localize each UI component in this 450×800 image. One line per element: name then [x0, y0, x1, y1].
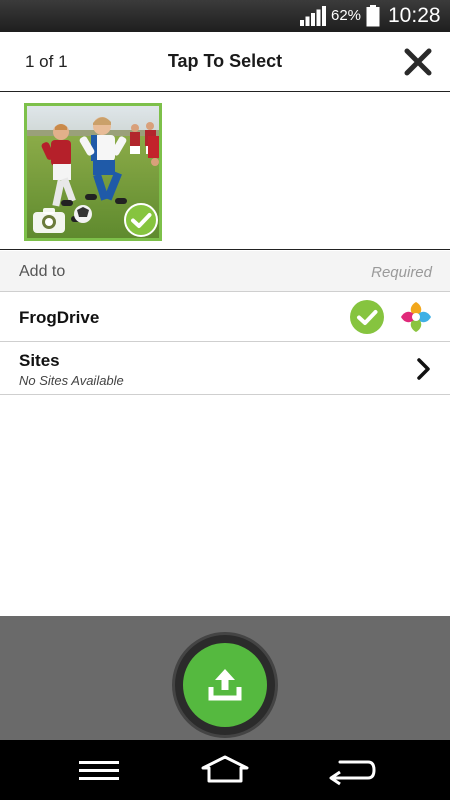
photo-thumbnail[interactable] [24, 103, 162, 241]
page-title: Tap To Select [167, 51, 283, 71]
close-icon[interactable] [402, 46, 434, 78]
chevron-right-icon [417, 358, 430, 380]
battery-icon [366, 5, 380, 27]
camera-icon [33, 208, 65, 233]
top-bar: 1 of 1 Tap To Select [0, 32, 450, 92]
destination-frogdrive[interactable]: FrogDrive [0, 292, 450, 342]
media-gallery [0, 93, 450, 250]
system-nav-bar [0, 740, 450, 800]
destination-label: FrogDrive [19, 308, 100, 327]
menu-icon[interactable] [78, 754, 120, 786]
upload-button-face [183, 643, 267, 727]
clock: 10:28 [388, 4, 441, 27]
signal-icon [300, 6, 326, 26]
selected-check-icon [350, 300, 384, 334]
upload-icon [208, 669, 242, 701]
selected-check-icon [124, 203, 158, 237]
required-hint: Required [371, 264, 432, 281]
status-bar: 62% 10:28 [0, 0, 450, 32]
add-to-header: Add to Required [0, 251, 450, 292]
back-icon[interactable] [328, 754, 376, 786]
add-to-label: Add to [19, 263, 66, 280]
destination-sites[interactable]: Sites No Sites Available [0, 342, 450, 395]
destination-subtitle: No Sites Available [19, 373, 124, 388]
bottom-action-bar [0, 616, 450, 740]
destination-label: Sites [19, 351, 60, 370]
frog-logo-icon [401, 302, 431, 332]
battery-percent: 62% [331, 7, 362, 24]
home-icon[interactable] [200, 754, 250, 786]
upload-button[interactable] [172, 632, 278, 738]
